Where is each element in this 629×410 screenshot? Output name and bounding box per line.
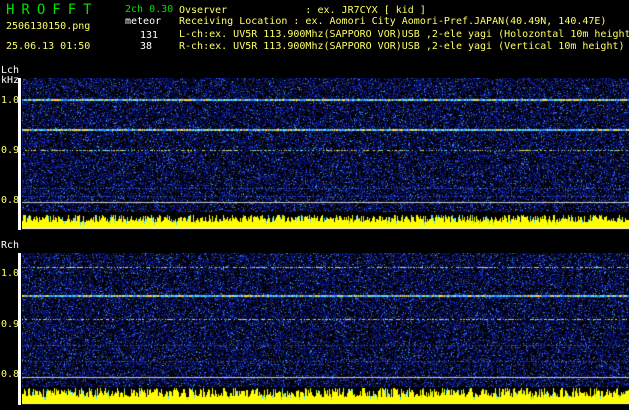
lch-ytick-0.8: 0.8 — [1, 195, 20, 206]
rch-spectrogram — [22, 253, 629, 405]
meteor-count-lch: 131 — [140, 30, 159, 41]
lch-axis — [18, 78, 21, 230]
location-info: Receiving Location : ex. Aomori City Aom… — [179, 16, 607, 27]
observer-info: Ovserver : ex. JR7CYX [ kid ] — [179, 5, 426, 16]
mode-label: 2ch 0.30 — [125, 4, 174, 15]
meteor-count-rch: 38 — [140, 41, 153, 52]
lch-ytick-0.9: 0.9 — [1, 145, 20, 156]
rch-info: R-ch:ex. UV5R 113.900Mhz(SAPPORO VOR)USB… — [179, 41, 625, 52]
lch-spectrogram — [22, 78, 629, 230]
rch-label: Rch — [1, 240, 20, 251]
lch-info: L-ch:ex. UV5R 113.900Mhz(SAPPORO VOR)USB… — [179, 29, 629, 40]
app-title: HROFFT — [6, 2, 99, 18]
file-name: 2506130150.png — [6, 21, 91, 32]
rch-ytick-1.0: 1.0 — [1, 268, 20, 279]
datetime: 25.06.13 01:50 — [6, 41, 91, 52]
lch-ytick-1.0: 1.0 — [1, 95, 20, 106]
lch-unit: kHz — [1, 75, 20, 86]
meteor-label: meteor — [125, 16, 162, 27]
rch-ytick-0.9: 0.9 — [1, 319, 20, 330]
rch-ytick-0.8: 0.8 — [1, 369, 20, 380]
rch-axis — [18, 253, 21, 405]
